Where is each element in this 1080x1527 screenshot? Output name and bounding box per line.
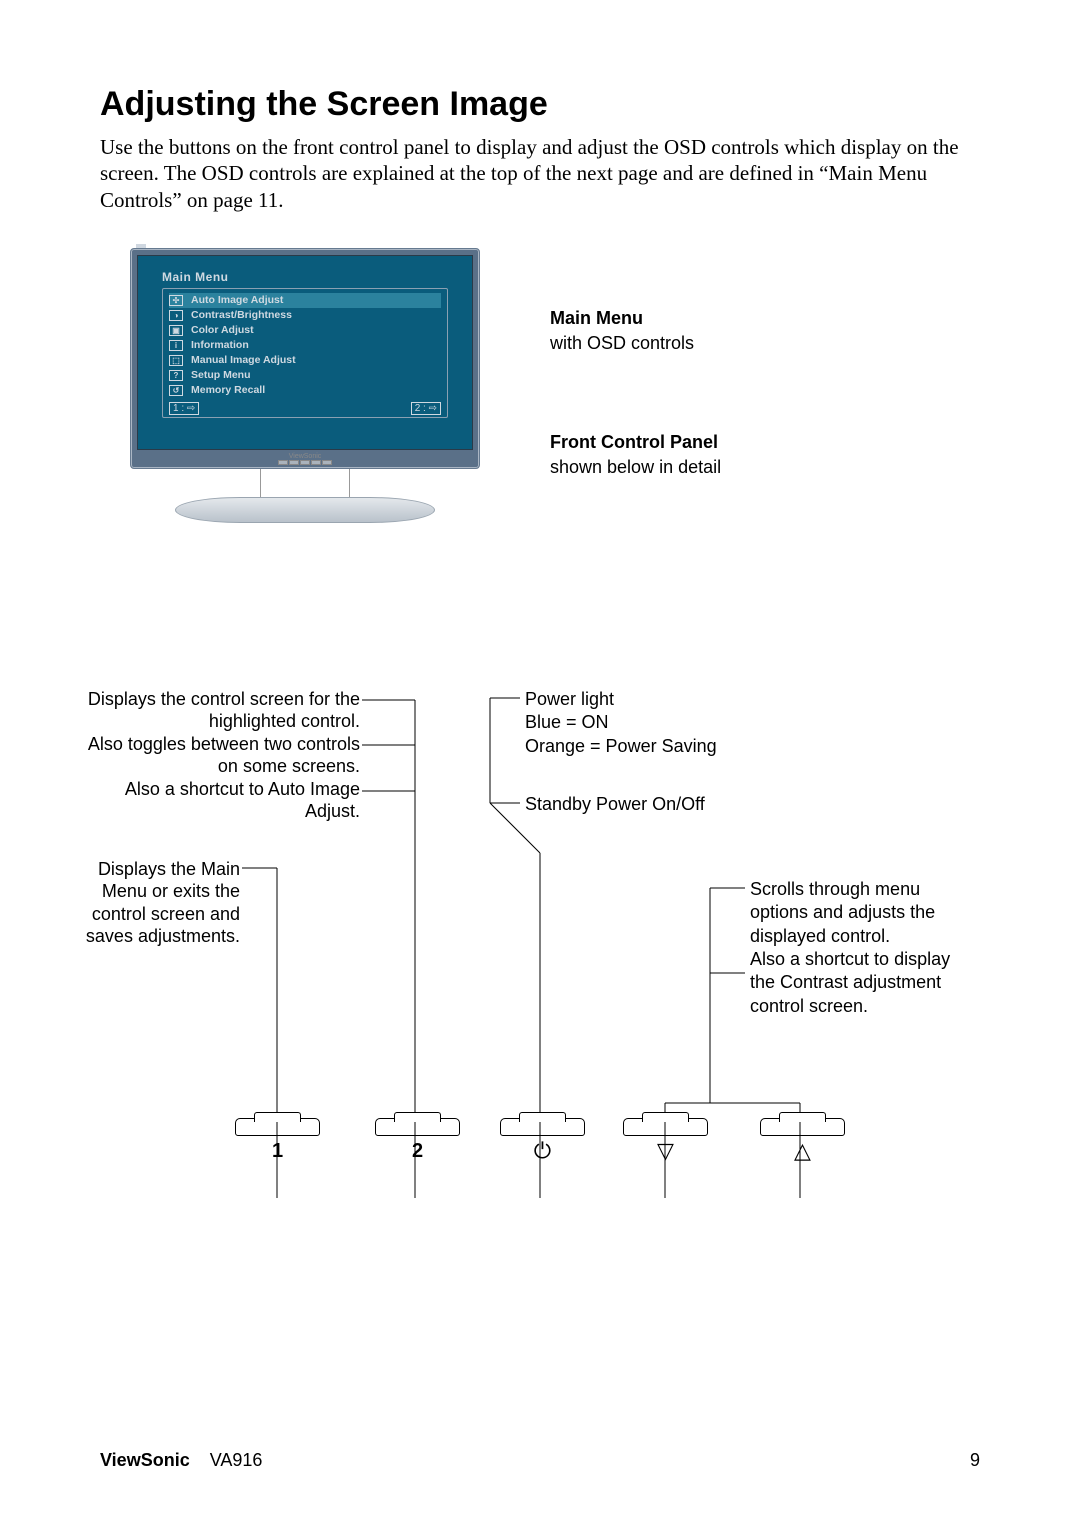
monitor-diagram: Main Menu ✣Auto Image Adjust ◑Contrast/B… — [130, 248, 980, 568]
down-icon: ▽ — [623, 1138, 708, 1164]
front-panel-sublabel: shown below in detail — [550, 457, 721, 478]
color-icon: ▣ — [169, 325, 183, 336]
button-up: △ — [760, 1118, 845, 1164]
power-icon: ⏻ — [500, 1138, 585, 1164]
osd-title: Main Menu — [162, 270, 448, 284]
manual-image-icon: ⬚ — [169, 355, 183, 366]
osd-item-setup-menu: ?Setup Menu — [169, 368, 441, 383]
up-icon: △ — [760, 1138, 845, 1164]
osd-menu: ✣Auto Image Adjust ◑Contrast/Brightness … — [162, 288, 448, 418]
button-power: ⏻ — [500, 1118, 585, 1164]
button-down: ▽ — [623, 1118, 708, 1164]
osd-item-auto-image-adjust: ✣Auto Image Adjust — [169, 293, 441, 308]
monitor-brand: ViewSonic — [137, 453, 473, 460]
setup-icon: ? — [169, 370, 183, 381]
recall-icon: ↺ — [169, 385, 183, 396]
osd-item-information: iInformation — [169, 338, 441, 353]
osd-item-manual-image-adjust: ⬚Manual Image Adjust — [169, 353, 441, 368]
osd-footer-left: 1 : ⇨ — [169, 402, 199, 415]
button-1: 1 — [235, 1118, 320, 1163]
front-panel-label: Front Control Panel — [550, 432, 721, 453]
info-icon: i — [169, 340, 183, 351]
osd-item-memory-recall: ↺Memory Recall — [169, 383, 441, 398]
osd-item-color-adjust: ▣Color Adjust — [169, 323, 441, 338]
button-2: 2 — [375, 1118, 460, 1163]
footer-model — [195, 1450, 210, 1470]
auto-image-icon: ✣ — [169, 295, 183, 306]
osd-footer-right: 2 : ⇨ — [411, 402, 441, 415]
page-number: 9 — [970, 1450, 980, 1471]
osd-item-contrast-brightness: ◑Contrast/Brightness — [169, 308, 441, 323]
page-title: Adjusting the Screen Image — [100, 85, 980, 124]
main-menu-sublabel: with OSD controls — [550, 333, 721, 354]
intro-paragraph: Use the buttons on the front control pan… — [100, 134, 980, 213]
contrast-icon: ◑ — [169, 310, 183, 321]
main-menu-label: Main Menu — [550, 308, 721, 329]
footer-brand: ViewSonic — [100, 1450, 190, 1470]
button-row: 1 2 ⏻ ▽ △ — [100, 1118, 980, 1238]
